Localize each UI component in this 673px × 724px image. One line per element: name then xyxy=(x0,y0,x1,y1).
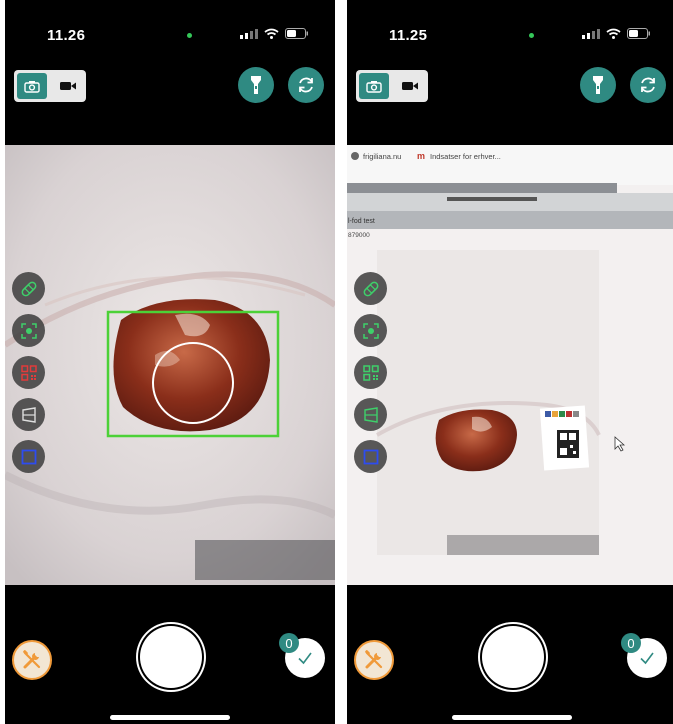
focus-tool-button[interactable] xyxy=(354,314,387,347)
flashlight-icon xyxy=(251,76,261,94)
browser-tab-icon xyxy=(351,152,359,160)
square-icon xyxy=(363,449,378,464)
video-icon xyxy=(60,82,76,90)
status-bar: 11.25 xyxy=(347,0,673,60)
phone-screen-right: 11.25 frigiliana.nu m Indsatser for erhv… xyxy=(347,0,673,724)
browser-tab-1: frigiliana.nu xyxy=(363,152,401,161)
wifi-icon xyxy=(606,28,621,39)
qr-code-tool-button[interactable] xyxy=(12,356,45,389)
field-value: 879000 xyxy=(348,232,370,239)
battery-icon xyxy=(627,28,650,39)
measurement-tools xyxy=(354,272,387,473)
switch-camera-icon xyxy=(641,77,655,93)
video-mode-button[interactable] xyxy=(395,73,425,99)
wifi-icon xyxy=(264,28,279,39)
phone-screen-left: 11.26 0 xyxy=(5,0,335,724)
video-mode-button[interactable] xyxy=(53,73,83,99)
switch-camera-button[interactable] xyxy=(288,67,324,103)
capture-count-badge: 0 xyxy=(621,633,641,653)
status-time: 11.26 xyxy=(47,27,86,44)
cellular-signal-icon xyxy=(582,28,600,39)
camera-feed-image xyxy=(5,145,335,585)
tools-icon xyxy=(23,650,41,669)
square-icon xyxy=(21,449,36,464)
status-bar: 11.26 xyxy=(5,0,335,60)
shape-tool-button[interactable] xyxy=(354,398,387,431)
switch-camera-button[interactable] xyxy=(630,67,666,103)
photo-mode-button[interactable] xyxy=(359,73,389,99)
home-indicator[interactable] xyxy=(110,715,230,720)
qr-code-icon xyxy=(20,364,37,381)
measurement-tools xyxy=(12,272,45,473)
shape-icon xyxy=(363,406,378,423)
switch-camera-icon xyxy=(299,77,313,93)
checkmark-icon xyxy=(640,652,654,665)
home-indicator[interactable] xyxy=(452,715,572,720)
privacy-indicator-icon xyxy=(529,33,534,38)
capture-mode-toggle xyxy=(14,70,86,102)
camera-icon xyxy=(24,80,40,93)
bandage-icon xyxy=(21,281,36,296)
camera-icon xyxy=(366,80,382,93)
browser-tab-logo: m xyxy=(417,151,425,161)
bandage-tool-button[interactable] xyxy=(354,272,387,305)
camera-viewfinder[interactable]: frigiliana.nu m Indsatser for erhver... … xyxy=(347,145,673,585)
photo-mode-button[interactable] xyxy=(17,73,47,99)
video-icon xyxy=(402,82,418,90)
shape-icon xyxy=(21,406,36,423)
cellular-signal-icon xyxy=(240,28,258,39)
flashlight-button[interactable] xyxy=(580,67,616,103)
flashlight-button[interactable] xyxy=(238,67,274,103)
privacy-indicator-icon xyxy=(187,33,192,38)
tools-settings-button[interactable] xyxy=(354,640,394,680)
shutter-button[interactable] xyxy=(482,626,544,688)
color-calibration-card xyxy=(539,405,590,471)
focus-icon xyxy=(362,322,379,339)
status-time: 11.25 xyxy=(389,27,428,44)
square-tool-button[interactable] xyxy=(354,440,387,473)
camera-viewfinder[interactable] xyxy=(5,145,335,585)
bandage-icon xyxy=(363,281,378,296)
shape-tool-button[interactable] xyxy=(12,398,45,431)
focus-tool-button[interactable] xyxy=(12,314,45,347)
qr-code-tool-button[interactable] xyxy=(354,356,387,389)
checkmark-icon xyxy=(298,652,312,665)
field-label: l-fod test xyxy=(348,218,375,225)
square-tool-button[interactable] xyxy=(12,440,45,473)
camera-feed-image: frigiliana.nu m Indsatser for erhver... … xyxy=(347,145,673,585)
flashlight-icon xyxy=(593,76,603,94)
tools-icon xyxy=(365,650,383,669)
bandage-tool-button[interactable] xyxy=(12,272,45,305)
shutter-button[interactable] xyxy=(140,626,202,688)
browser-tab-2: Indsatser for erhver... xyxy=(430,152,501,161)
capture-count-badge: 0 xyxy=(279,633,299,653)
capture-mode-toggle xyxy=(356,70,428,102)
status-icons xyxy=(240,28,309,39)
battery-icon xyxy=(285,28,308,39)
status-icons xyxy=(582,28,651,39)
focus-icon xyxy=(20,322,37,339)
tools-settings-button[interactable] xyxy=(12,640,52,680)
qr-code-icon xyxy=(362,364,379,381)
